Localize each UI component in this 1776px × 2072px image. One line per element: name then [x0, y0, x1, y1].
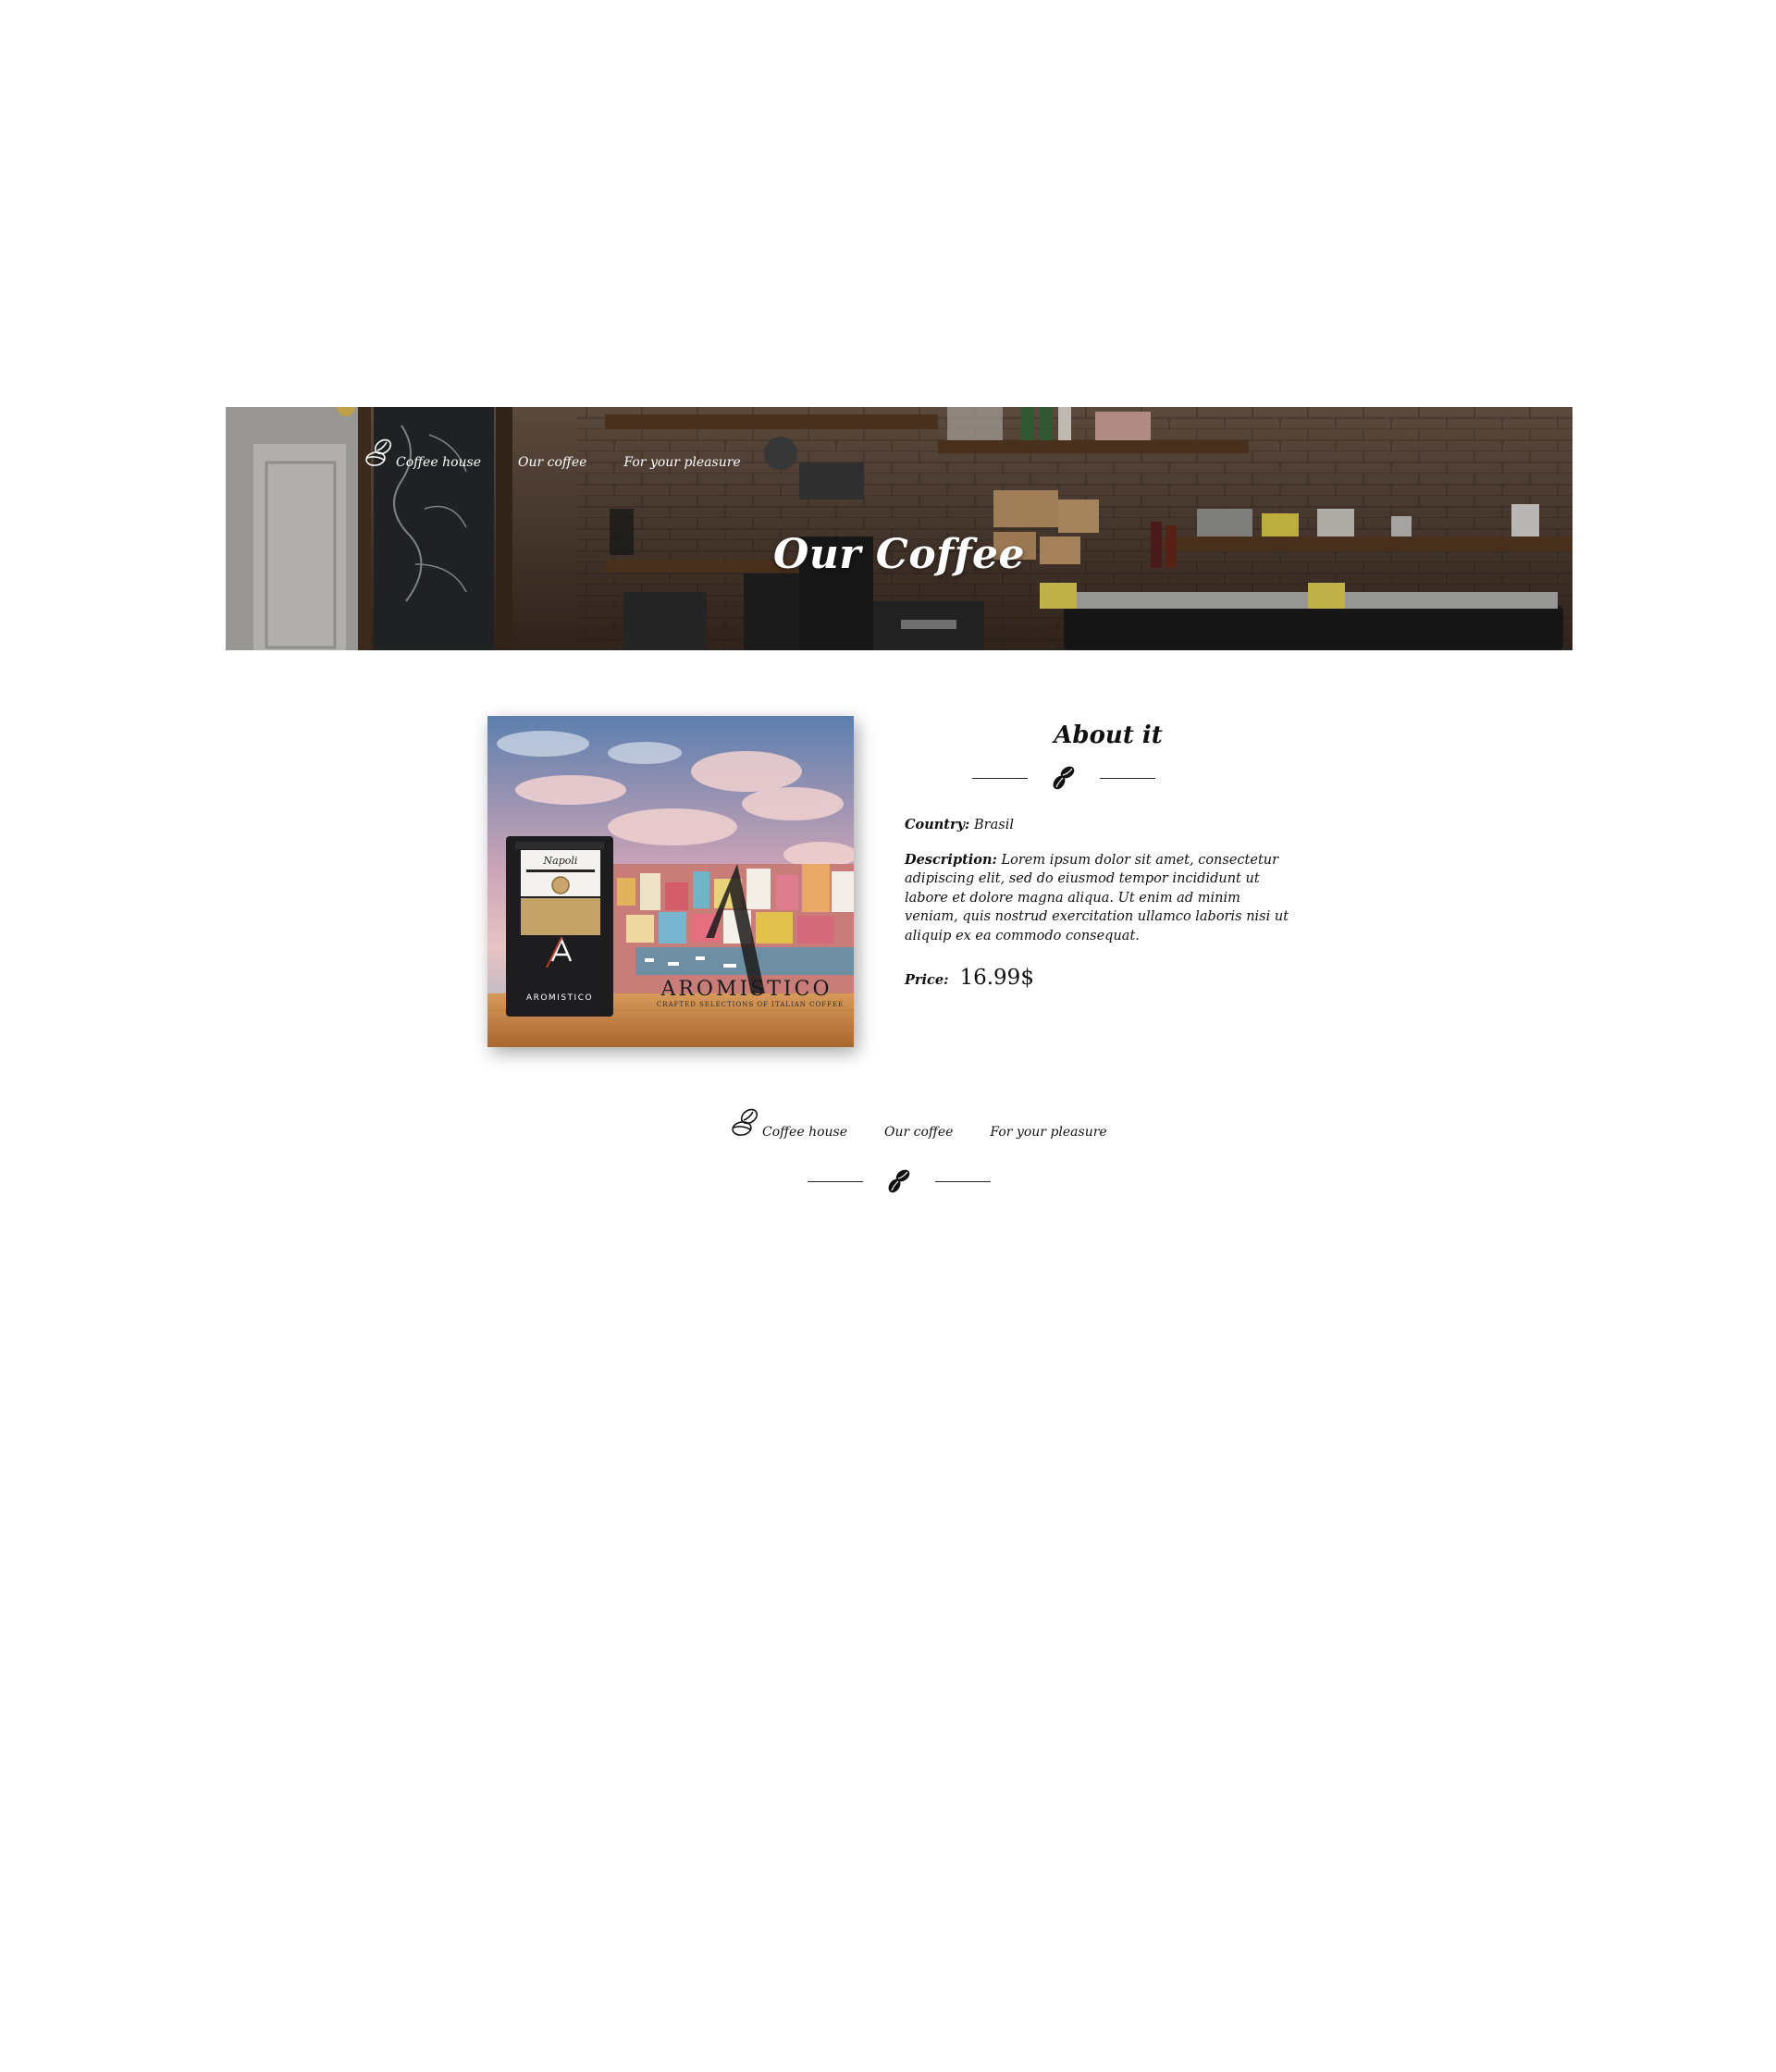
coffee-beans-outline-icon [365, 438, 392, 466]
nav-logo-coffee-house[interactable]: Coffee house [364, 435, 481, 470]
divider-line-right [1100, 777, 1155, 779]
footer-logo-coffee-house[interactable]: Coffee house [731, 1104, 847, 1140]
country-row: Country: Brasil [905, 816, 1293, 835]
about-title: About it [1054, 722, 1163, 749]
description-label: Description: [905, 851, 997, 868]
page-title: Our Coffee [772, 531, 1026, 578]
price-label: Price: [905, 972, 949, 988]
footer-logo-label: Coffee house [762, 1125, 848, 1140]
country-label: Country: [905, 817, 970, 832]
divider-line-right [935, 1180, 991, 1182]
nav-logo-label: Coffee house [396, 455, 482, 470]
description-row: Description: Lorem ipsum dolor sit amet,… [905, 851, 1293, 946]
divider-line-left [972, 777, 1028, 779]
product-tagline-text: CRAFTED SELECTIONS OF ITALIAN COFFEE [657, 1001, 844, 1008]
package-brand-text: AROMISTICO [526, 993, 593, 1003]
footer-divider [805, 1166, 993, 1197]
country-value: Brasil [974, 818, 1014, 832]
coffee-beans-icon [888, 1169, 910, 1193]
package-name-text: Napoli [543, 855, 578, 867]
price-row: Price: 16.99$ [905, 966, 1034, 990]
header-nav: Coffee house Our coffee For your pleasur… [364, 433, 778, 470]
about-divider [905, 762, 1223, 794]
coffee-beans-outline-icon [732, 1108, 758, 1136]
hero-banner: Coffee house Our coffee For your pleasur… [226, 407, 1572, 650]
nav-link-for-your-pleasure[interactable]: For your pleasure [623, 455, 740, 470]
footer-nav: Coffee house Our coffee For your pleasur… [731, 1101, 1144, 1140]
nav-link-our-coffee[interactable]: Our coffee [518, 455, 586, 470]
divider-line-left [808, 1180, 863, 1182]
coffee-beans-icon [1053, 766, 1075, 790]
product-photo: AROMISTICO CRAFTED SELECTIONS OF ITALIAN… [487, 716, 854, 1047]
product-image: AROMISTICO CRAFTED SELECTIONS OF ITALIAN… [487, 716, 854, 1047]
footer-link-our-coffee[interactable]: Our coffee [884, 1125, 953, 1140]
product-brand-text: AROMISTICO [660, 978, 832, 1001]
about-details: Country: Brasil Description: Lorem ipsum… [905, 816, 1293, 945]
footer-link-for-your-pleasure[interactable]: For your pleasure [990, 1125, 1106, 1140]
price-value: 16.99$ [959, 966, 1034, 990]
